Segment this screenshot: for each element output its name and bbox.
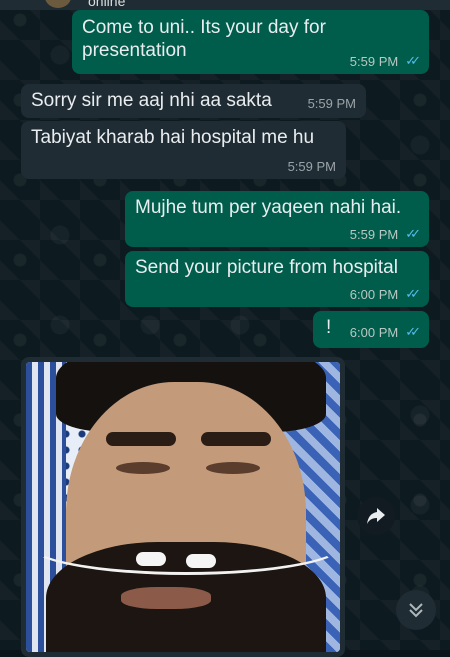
message-time: 6:00 PM (349, 324, 399, 340)
chat-header[interactable]: online (0, 0, 450, 10)
message-time: 5:59 PM (349, 53, 399, 69)
message-outgoing[interactable]: Send your picture from hospital 6:00 PM … (125, 251, 429, 307)
avatar[interactable] (45, 0, 71, 8)
message-time: 6:00 PM (349, 286, 399, 302)
chevron-double-down-icon (409, 603, 423, 618)
message-meta: 5:59 PM ✓✓ (349, 53, 421, 69)
message-incoming[interactable]: Sorry sir me aaj nhi aa sakta 5:59 PM (21, 84, 366, 118)
message-outgoing[interactable]: ! 6:00 PM ✓✓ (313, 311, 429, 348)
message-meta: 5:59 PM (288, 159, 336, 174)
message-meta: 5:59 PM (308, 96, 356, 111)
forward-button[interactable] (357, 497, 395, 535)
message-text: Send your picture from hospital (135, 257, 398, 278)
message-time: 5:59 PM (287, 159, 336, 174)
contact-status: online (88, 0, 126, 9)
forward-icon (367, 508, 385, 524)
double-check-icon: ✓✓ (405, 226, 421, 241)
message-time: 5:59 PM (307, 96, 356, 111)
scroll-down-button[interactable] (396, 590, 436, 630)
message-meta: 6:00 PM ✓✓ (349, 286, 421, 302)
double-check-icon: ✓✓ (405, 286, 421, 301)
message-incoming[interactable]: Tabiyat kharab hai hospital me hu 5:59 P… (21, 121, 346, 179)
double-check-icon: ✓✓ (405, 324, 421, 339)
message-meta: 5:59 PM ✓✓ (349, 226, 421, 242)
message-text: Come to uni.. Its your day for presentat… (82, 17, 326, 61)
message-text: Tabiyat kharab hai hospital me hu (31, 127, 315, 148)
double-check-icon: ✓✓ (405, 53, 421, 68)
message-meta: 6:00 PM ✓✓ (349, 324, 421, 340)
photo-of-man-in-hospital-bed[interactable] (26, 362, 340, 652)
message-outgoing[interactable]: Come to uni.. Its your day for presentat… (72, 10, 429, 74)
message-outgoing[interactable]: Mujhe tum per yaqeen nahi hai. 5:59 PM ✓… (125, 191, 429, 247)
image-message[interactable] (21, 357, 345, 657)
message-text: Mujhe tum per yaqeen nahi hai. (135, 197, 402, 218)
message-time: 5:59 PM (349, 226, 399, 242)
